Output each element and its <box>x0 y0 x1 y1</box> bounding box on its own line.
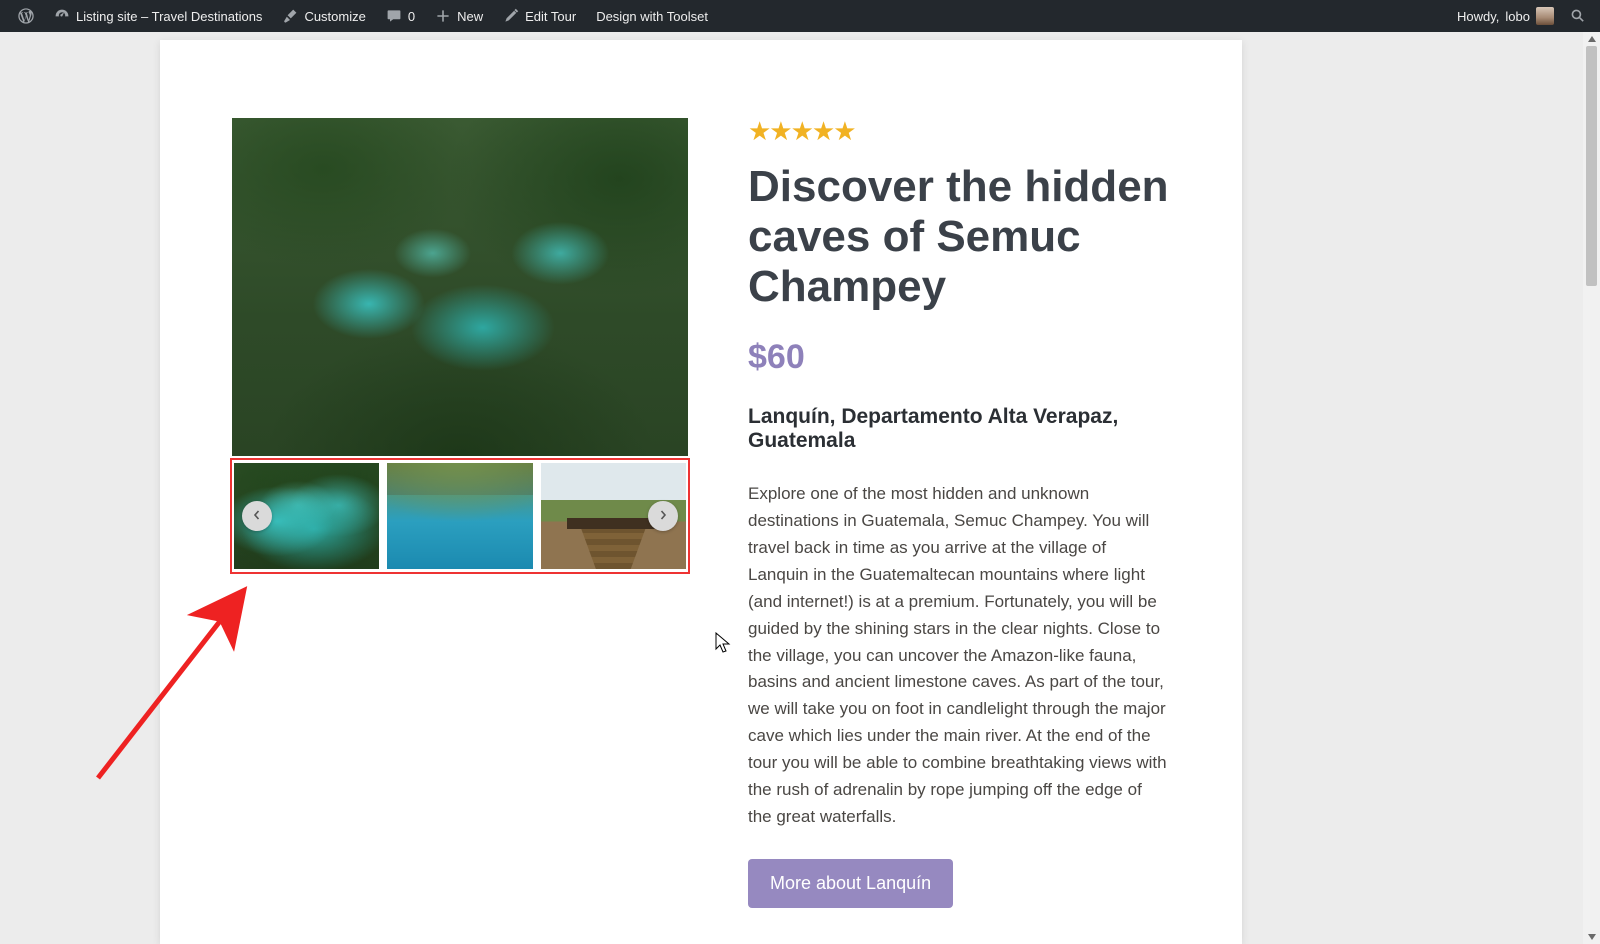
design-with-toolset-label: Design with Toolset <box>596 9 708 24</box>
content-card: ★★★★★ Discover the hidden caves of Semuc… <box>160 40 1242 944</box>
scrollbar-up-button[interactable] <box>1583 32 1600 46</box>
gallery-next-button[interactable] <box>648 501 678 531</box>
edit-tour-menu[interactable]: Edit Tour <box>493 0 586 32</box>
gallery-thumb-2[interactable] <box>387 463 532 569</box>
site-name-menu[interactable]: Listing site – Travel Destinations <box>44 0 272 32</box>
edit-tour-label: Edit Tour <box>525 9 576 24</box>
scrollbar-down-button[interactable] <box>1583 930 1600 944</box>
tour-location: Lanquín, Departamento Alta Verapaz, Guat… <box>748 405 1170 453</box>
tour-price: $60 <box>748 338 1170 377</box>
customize-label: Customize <box>304 9 365 24</box>
comment-icon <box>386 8 402 24</box>
wordpress-icon <box>18 8 34 24</box>
tour-description: Explore one of the most hidden and unkno… <box>748 481 1170 830</box>
design-with-toolset-menu[interactable]: Design with Toolset <box>586 0 718 32</box>
site-name-label: Listing site – Travel Destinations <box>76 9 262 24</box>
rating-stars: ★★★★★ <box>748 118 1170 144</box>
comments-menu[interactable]: 0 <box>376 0 425 32</box>
dashboard-icon <box>54 8 70 24</box>
howdy-text: Howdy, <box>1457 9 1499 24</box>
chevron-left-icon <box>252 507 262 525</box>
pencil-icon <box>503 8 519 24</box>
customize-menu[interactable]: Customize <box>272 0 375 32</box>
user-name: lobo <box>1505 9 1530 24</box>
new-content-menu[interactable]: New <box>425 0 493 32</box>
search-icon <box>1570 8 1586 24</box>
chevron-right-icon <box>658 507 668 525</box>
page-viewport: ★★★★★ Discover the hidden caves of Semuc… <box>0 32 1600 944</box>
brush-icon <box>282 8 298 24</box>
wp-logo-menu[interactable] <box>8 0 44 32</box>
comments-count: 0 <box>408 9 415 24</box>
my-account-menu[interactable]: Howdy, lobo <box>1447 0 1564 32</box>
gallery-main-image[interactable] <box>232 118 688 456</box>
gallery-thumbnail-strip <box>232 460 688 572</box>
new-label: New <box>457 9 483 24</box>
plus-icon <box>435 8 451 24</box>
wp-admin-bar: Listing site – Travel Destinations Custo… <box>0 0 1600 32</box>
gallery-prev-button[interactable] <box>242 501 272 531</box>
more-about-button[interactable]: More about Lanquín <box>748 859 953 908</box>
scrollbar-thumb[interactable] <box>1586 46 1597 286</box>
admin-search-button[interactable] <box>1564 0 1592 32</box>
avatar <box>1536 7 1554 25</box>
tour-title: Discover the hidden caves of Semuc Champ… <box>748 162 1170 312</box>
vertical-scrollbar[interactable] <box>1583 32 1600 944</box>
